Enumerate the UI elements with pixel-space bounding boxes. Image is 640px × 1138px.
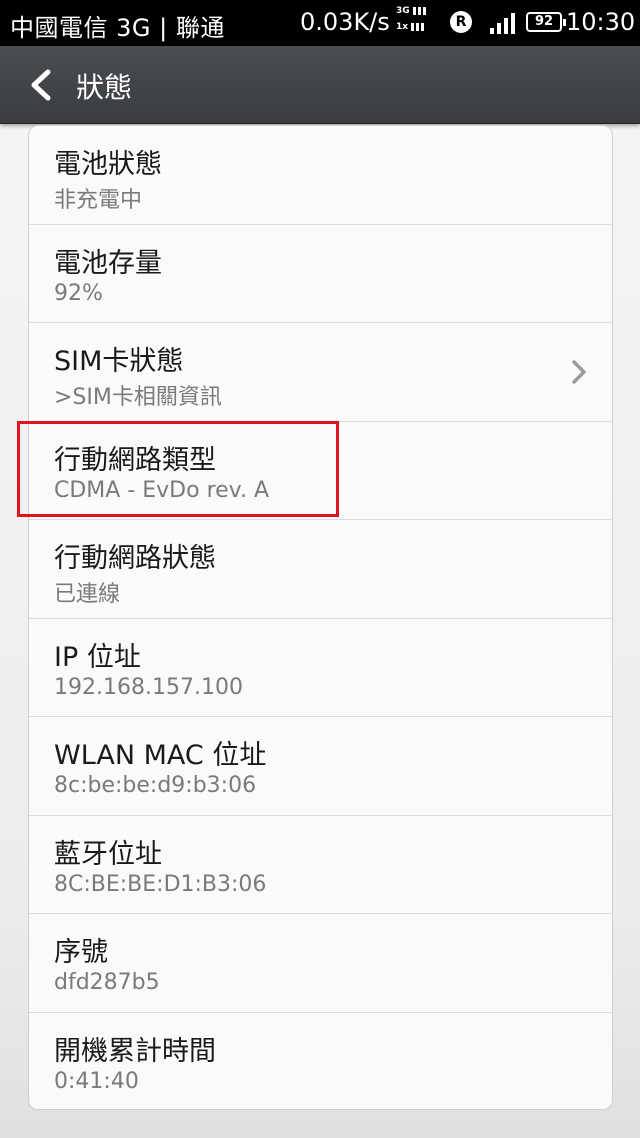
network-type-top: 3G [396, 6, 410, 16]
item-title: 行動網路類型 [54, 444, 216, 476]
item-value: 已連線 [54, 582, 121, 607]
item-value: 非充電中 [54, 188, 143, 213]
list-item-ip-address: IP 位址 192.168.157.100 [29, 619, 612, 717]
roaming-icon: R [450, 11, 472, 33]
list-item-battery-status: 電池狀態 非充電中 [29, 126, 612, 225]
network-speed: 0.03K/s [300, 8, 390, 36]
item-title: 電池狀態 [54, 149, 162, 180]
item-title: 電池存量 [54, 247, 162, 279]
battery-icon: 92 [526, 12, 566, 32]
list-item-bluetooth-address: 藍牙位址 8C:BE:BE:D1:B3:06 [29, 816, 612, 914]
network-type-icon: 3G 1x [396, 6, 440, 40]
list-item-uptime: 開機累計時間 0:41:40 [29, 1013, 612, 1110]
item-value: 8C:BE:BE:D1:B3:06 [54, 871, 267, 897]
chevron-right-icon [572, 360, 586, 384]
title-bar: 狀態 [0, 46, 640, 124]
item-title: 序號 [54, 937, 108, 968]
item-value: 8c:be:be:d9:b3:06 [54, 773, 257, 798]
item-title: IP 位址 [54, 641, 141, 673]
list-item-wlan-mac: WLAN MAC 位址 8c:be:be:d9:b3:06 [29, 717, 612, 816]
item-value: dfd287b5 [54, 970, 160, 995]
signal-icon [490, 12, 516, 34]
item-value: 0:41:40 [54, 1068, 139, 1094]
page-title: 狀態 [76, 71, 133, 104]
list-item-network-state: 行動網路狀態 已連線 [29, 520, 612, 619]
clock: 10:30 [566, 8, 636, 36]
list-item-battery-level: 電池存量 92% [29, 225, 612, 323]
network-type-bottom: 1x [396, 22, 409, 32]
item-title: SIM卡狀態 [54, 346, 184, 377]
status-list: 電池狀態 非充電中 電池存量 92% SIM卡狀態 >SIM卡相關資訊 行動網路… [28, 125, 613, 1110]
item-title: 藍牙位址 [54, 838, 162, 870]
list-item-network-type: 行動網路類型 CDMA - EvDo rev. A [29, 422, 612, 520]
item-value: >SIM卡相關資訊 [54, 385, 222, 410]
item-title: WLAN MAC 位址 [54, 740, 267, 771]
item-value: CDMA - EvDo rev. A [54, 477, 270, 503]
back-arrow-icon[interactable] [26, 66, 62, 104]
item-value: 192.168.157.100 [54, 674, 243, 700]
carrier-label: 中國電信 3G | 聯通 [10, 14, 225, 42]
item-value: 92% [54, 280, 103, 306]
status-bar: 中國電信 3G | 聯通 0.03K/s 3G 1x R 92 10:30 [0, 0, 640, 46]
item-title: 行動網路狀態 [54, 543, 216, 574]
item-title: 開機累計時間 [54, 1035, 216, 1067]
list-item-sim-status[interactable]: SIM卡狀態 >SIM卡相關資訊 [29, 323, 612, 422]
list-item-serial-number: 序號 dfd287b5 [29, 914, 612, 1013]
